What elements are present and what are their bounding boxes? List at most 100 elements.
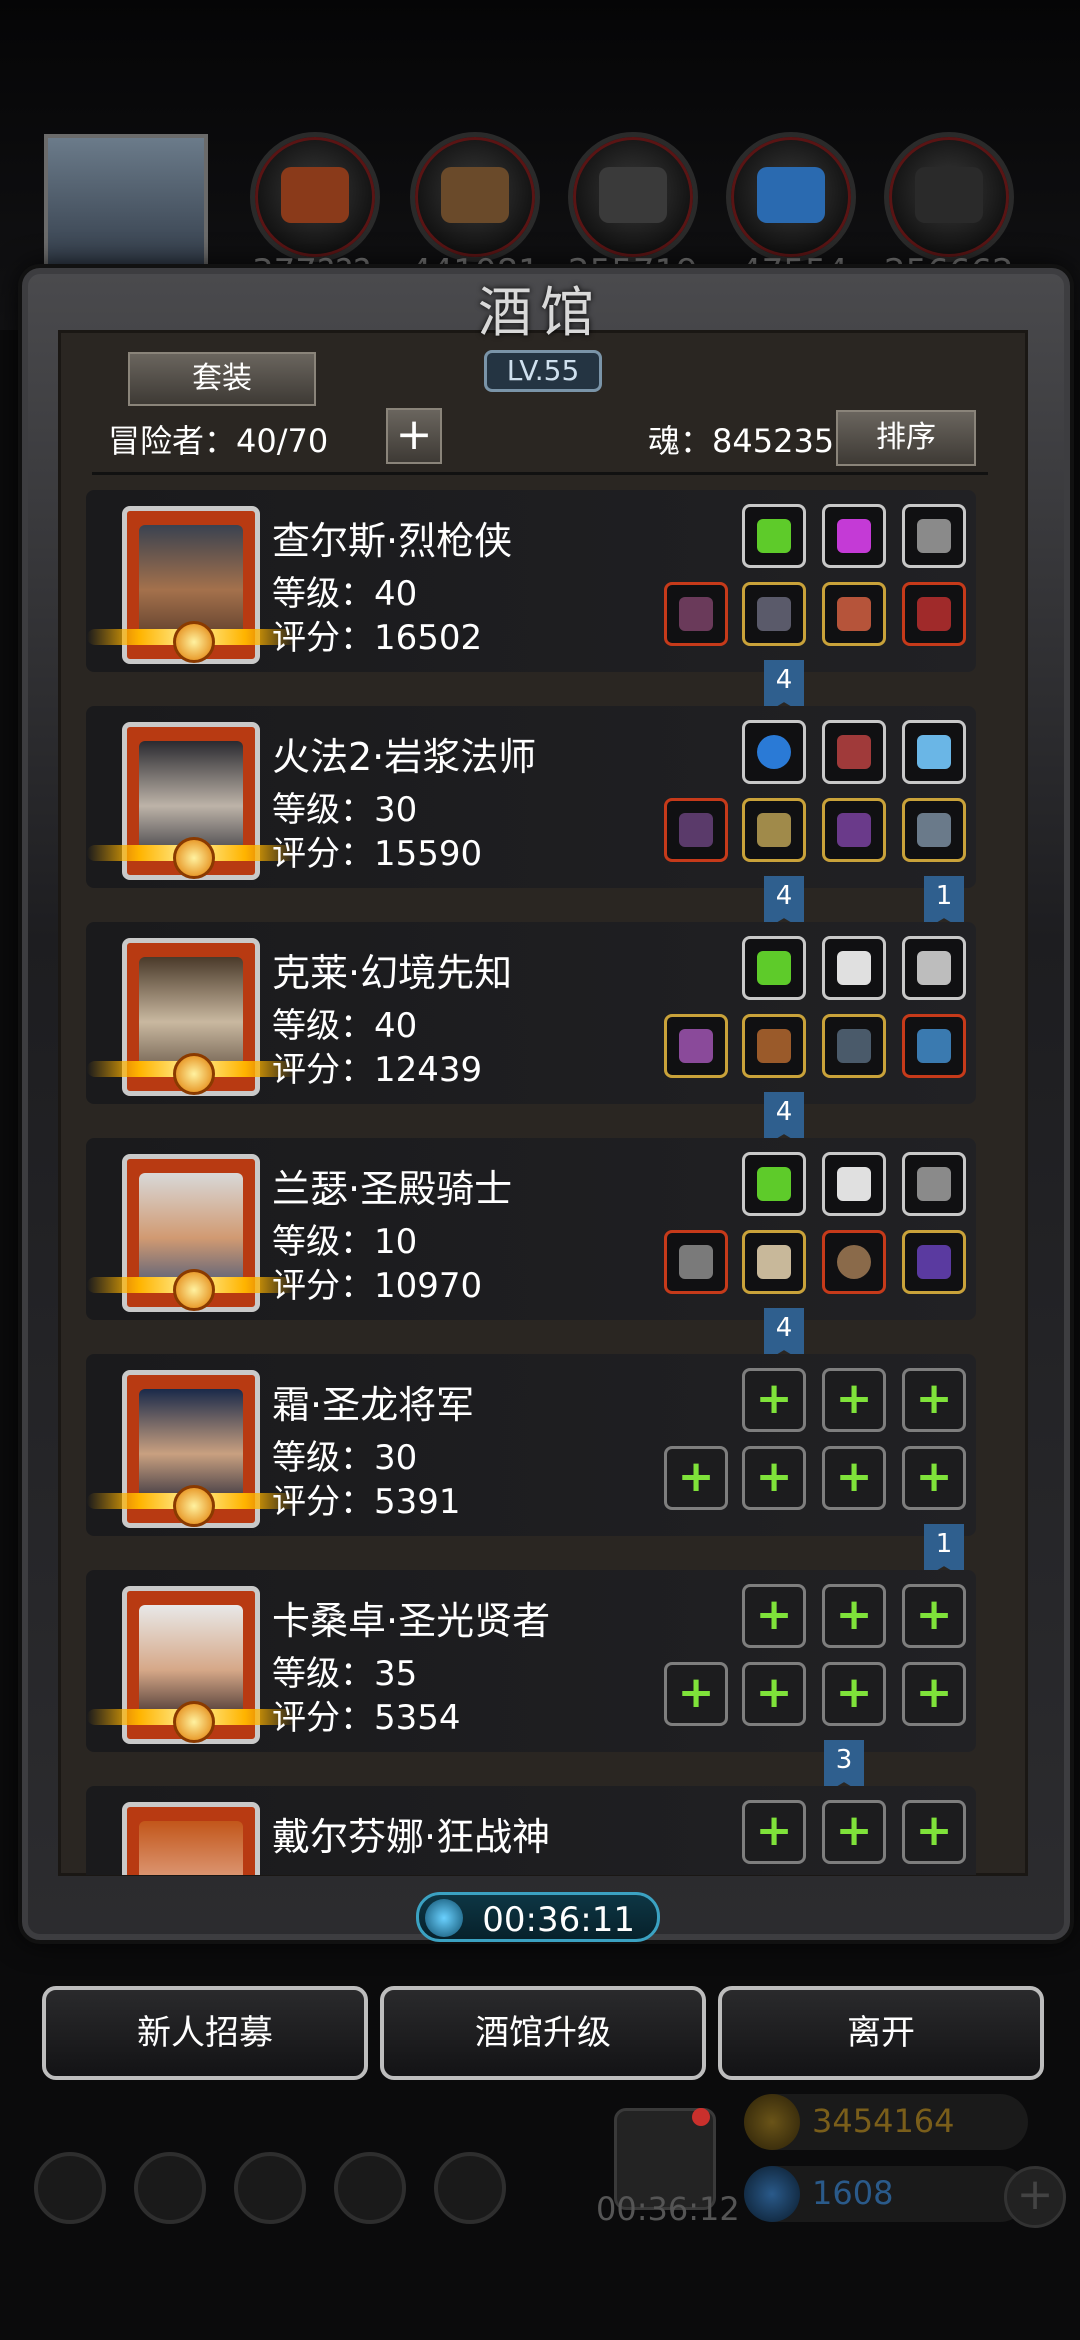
hero-portrait bbox=[122, 1802, 260, 1875]
hero-card[interactable]: 霜·圣龙将军 等级：30 评分：5391 + + + + + + + bbox=[86, 1354, 976, 1536]
hero-score: 评分：15590 bbox=[272, 834, 483, 874]
hero-menu-icon[interactable] bbox=[134, 2152, 206, 2224]
equipment-slot[interactable] bbox=[664, 1230, 728, 1294]
rune-slot[interactable] bbox=[822, 936, 886, 1000]
hero-card[interactable]: 卡桑卓·圣光贤者 等级：35 评分：5354 + + + + + + + bbox=[86, 1570, 976, 1752]
hero-score: 评分：16502 bbox=[272, 618, 483, 658]
leave-button[interactable]: 离开 bbox=[718, 1986, 1044, 2080]
equipment-slot[interactable] bbox=[902, 582, 966, 646]
rune-slot[interactable] bbox=[902, 1152, 966, 1216]
rune-slot[interactable] bbox=[902, 936, 966, 1000]
hero-name: 卡桑卓·圣光贤者 bbox=[272, 1599, 551, 1643]
add-capacity-button[interactable]: + bbox=[386, 408, 442, 464]
equipment-slot[interactable] bbox=[902, 1014, 966, 1078]
equipment-slot[interactable] bbox=[742, 582, 806, 646]
sun-emblem-icon bbox=[173, 621, 215, 663]
add-equipment-plus-icon[interactable]: + bbox=[902, 1662, 966, 1726]
upgrade-tavern-button[interactable]: 酒馆升级 bbox=[380, 1986, 706, 2080]
hero-name: 克莱·幻境先知 bbox=[272, 951, 513, 995]
set-button[interactable]: 套装 bbox=[128, 352, 316, 406]
equipment-slot[interactable] bbox=[822, 1230, 886, 1294]
hero-portrait bbox=[87, 722, 297, 880]
add-equipment-plus-icon[interactable]: + bbox=[902, 1446, 966, 1510]
hero-score: 评分：5354 bbox=[272, 1698, 461, 1738]
gem-icon bbox=[744, 2166, 800, 2222]
add-rune-plus-icon[interactable]: + bbox=[822, 1584, 886, 1648]
rune-slot[interactable] bbox=[902, 720, 966, 784]
rune-slot[interactable] bbox=[822, 504, 886, 568]
gift-timer: 00:36:12 bbox=[596, 2190, 740, 2228]
equipment-slot[interactable] bbox=[664, 798, 728, 862]
hero-name: 霜·圣龙将军 bbox=[272, 1383, 475, 1427]
add-equipment-plus-icon[interactable]: + bbox=[664, 1662, 728, 1726]
sun-emblem-icon bbox=[173, 1269, 215, 1311]
gold-value: 3454164 bbox=[812, 2102, 955, 2140]
recruit-button[interactable]: 新人招募 bbox=[42, 1986, 368, 2080]
add-equipment-plus-icon[interactable]: + bbox=[742, 1662, 806, 1726]
map-icon[interactable] bbox=[434, 2152, 506, 2224]
equipment-slot[interactable] bbox=[742, 798, 806, 862]
soul-count: 魂：845235 bbox=[648, 422, 835, 460]
meat-resource-icon bbox=[250, 132, 380, 262]
add-equipment-plus-icon[interactable]: + bbox=[822, 1446, 886, 1510]
hero-card[interactable]: 查尔斯·烈枪侠 等级：40 评分：16502 bbox=[86, 490, 976, 672]
add-rune-plus-icon[interactable]: + bbox=[742, 1800, 806, 1864]
add-currency-plus-icon[interactable]: + bbox=[1004, 2166, 1066, 2228]
add-equipment-plus-icon[interactable]: + bbox=[664, 1446, 728, 1510]
adventurers-count: 冒险者：40/70 bbox=[108, 422, 329, 460]
hero-level: 等级：30 bbox=[272, 790, 418, 830]
hero-name: 查尔斯·烈枪侠 bbox=[272, 519, 513, 563]
add-rune-plus-icon[interactable]: + bbox=[822, 1368, 886, 1432]
add-rune-plus-icon[interactable]: + bbox=[742, 1368, 806, 1432]
equipment-slot[interactable] bbox=[902, 1230, 966, 1294]
equipment-slot[interactable] bbox=[902, 798, 966, 862]
iron-resource-icon bbox=[568, 132, 698, 262]
timer-text: 00:36:11 bbox=[482, 1900, 635, 1940]
rune-slot[interactable] bbox=[742, 936, 806, 1000]
equipment-slot[interactable] bbox=[822, 582, 886, 646]
equipment-slot[interactable] bbox=[742, 1230, 806, 1294]
wood-resource-icon bbox=[410, 132, 540, 262]
add-equipment-plus-icon[interactable]: + bbox=[822, 1662, 886, 1726]
equipment-slot[interactable] bbox=[664, 1014, 728, 1078]
rune-slot[interactable] bbox=[822, 1152, 886, 1216]
hero-level: 等级：30 bbox=[272, 1438, 418, 1478]
sun-emblem-icon bbox=[173, 1485, 215, 1527]
rune-slot[interactable] bbox=[822, 720, 886, 784]
rune-slot[interactable] bbox=[742, 504, 806, 568]
hero-portrait bbox=[87, 938, 297, 1096]
codex-icon[interactable] bbox=[234, 2152, 306, 2224]
hero-portrait bbox=[87, 506, 297, 664]
hero-card[interactable]: 兰瑟·圣殿骑士 等级：10 评分：10970 bbox=[86, 1138, 976, 1320]
gold-coin-icon bbox=[744, 2094, 800, 2150]
hero-level: 等级：40 bbox=[272, 1006, 418, 1046]
add-rune-plus-icon[interactable]: + bbox=[902, 1800, 966, 1864]
header-divider bbox=[92, 472, 988, 475]
hero-score: 评分：5391 bbox=[272, 1482, 461, 1522]
add-rune-plus-icon[interactable]: + bbox=[822, 1800, 886, 1864]
hero-card[interactable]: 戴尔芬娜·狂战神 + + + bbox=[86, 1786, 976, 1875]
mail-icon[interactable] bbox=[334, 2152, 406, 2224]
add-rune-plus-icon[interactable]: + bbox=[902, 1584, 966, 1648]
equipment-slot[interactable] bbox=[664, 582, 728, 646]
equipment-slot[interactable] bbox=[822, 798, 886, 862]
rune-slot[interactable] bbox=[742, 720, 806, 784]
hero-card[interactable]: 克莱·幻境先知 等级：40 评分：12439 bbox=[86, 922, 976, 1104]
sun-emblem-icon bbox=[173, 1701, 215, 1743]
equipment-slot[interactable] bbox=[742, 1014, 806, 1078]
clock-icon bbox=[425, 1899, 463, 1937]
add-rune-plus-icon[interactable]: + bbox=[902, 1368, 966, 1432]
hero-level: 等级：40 bbox=[272, 574, 418, 614]
rune-slot[interactable] bbox=[902, 504, 966, 568]
hero-name: 兰瑟·圣殿骑士 bbox=[272, 1167, 513, 1211]
add-rune-plus-icon[interactable]: + bbox=[742, 1584, 806, 1648]
rune-slot[interactable] bbox=[742, 1152, 806, 1216]
settings-icon[interactable] bbox=[34, 2152, 106, 2224]
notification-dot bbox=[692, 2108, 710, 2126]
sort-button[interactable]: 排序 bbox=[836, 410, 976, 466]
hero-level: 等级：35 bbox=[272, 1654, 418, 1694]
hero-card[interactable]: 火法2·岩浆法师 等级：30 评分：15590 bbox=[86, 706, 976, 888]
add-equipment-plus-icon[interactable]: + bbox=[742, 1446, 806, 1510]
equipment-slot[interactable] bbox=[822, 1014, 886, 1078]
hero-list[interactable]: 查尔斯·烈枪侠 等级：40 评分：16502 4 火法2·岩浆法师 等级：30 … bbox=[86, 490, 986, 1875]
